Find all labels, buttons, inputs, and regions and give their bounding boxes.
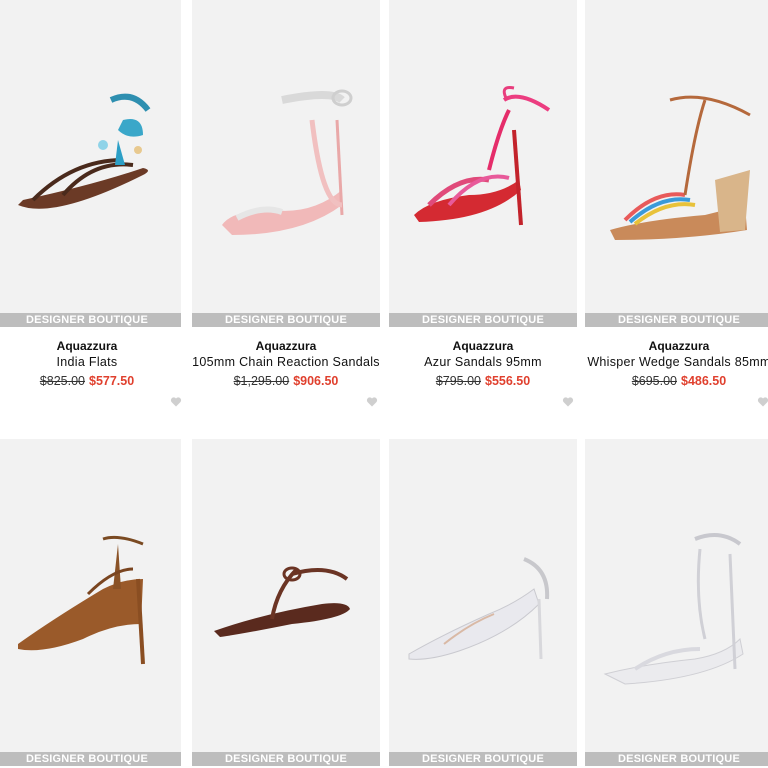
product-card[interactable]: DESIGNER BOUTIQUE [192, 439, 380, 768]
designer-boutique-badge: DESIGNER BOUTIQUE [585, 313, 768, 327]
product-image[interactable] [192, 439, 380, 752]
product-image[interactable] [192, 0, 380, 313]
product-name[interactable]: 105mm Chain Reaction Sandals [192, 355, 380, 369]
product-brand[interactable]: Aquazzura [585, 339, 768, 353]
product-name[interactable]: Whisper Wedge Sandals 85mm [585, 355, 768, 369]
heart-icon[interactable] [170, 396, 182, 408]
product-image[interactable] [585, 0, 768, 313]
product-card[interactable]: DESIGNER BOUTIQUE Aquazzura India Flats … [0, 0, 182, 420]
product-brand[interactable]: Aquazzura [192, 339, 380, 353]
product-price: $825.00 $577.50 [0, 374, 181, 388]
designer-boutique-badge: DESIGNER BOUTIQUE [0, 313, 181, 327]
original-price: $825.00 [39, 374, 85, 388]
original-price: $1,295.00 [233, 374, 290, 388]
sale-price: $906.50 [293, 374, 339, 388]
product-image[interactable] [389, 439, 577, 752]
designer-boutique-badge: DESIGNER BOUTIQUE [192, 752, 380, 766]
sale-price: $486.50 [681, 374, 727, 388]
heart-icon[interactable] [562, 396, 574, 408]
product-price: $1,295.00 $906.50 [192, 374, 380, 388]
designer-boutique-badge: DESIGNER BOUTIQUE [389, 752, 577, 766]
designer-boutique-badge: DESIGNER BOUTIQUE [389, 313, 577, 327]
product-brand[interactable]: Aquazzura [0, 339, 181, 353]
sale-price: $577.50 [89, 374, 135, 388]
product-card[interactable]: DESIGNER BOUTIQUE [0, 439, 181, 768]
product-image[interactable] [585, 439, 768, 752]
product-card[interactable]: DESIGNER BOUTIQUE Aquazzura Azur Sandals… [389, 0, 577, 420]
sale-price: $556.50 [485, 374, 531, 388]
designer-boutique-badge: DESIGNER BOUTIQUE [585, 752, 768, 766]
heart-icon[interactable] [366, 396, 378, 408]
product-name[interactable]: India Flats [0, 355, 181, 369]
product-card[interactable]: DESIGNER BOUTIQUE Aquazzura 105mm Chain … [192, 0, 380, 420]
product-card[interactable]: DESIGNER BOUTIQUE [389, 439, 577, 768]
product-brand[interactable]: Aquazzura [389, 339, 577, 353]
product-price: $795.00 $556.50 [389, 374, 577, 388]
original-price: $695.00 [631, 374, 677, 388]
product-image[interactable] [389, 0, 577, 313]
product-card[interactable]: DESIGNER BOUTIQUE Aquazzura Whisper Wedg… [585, 0, 768, 420]
heart-icon[interactable] [757, 396, 768, 408]
product-price: $695.00 $486.50 [585, 374, 768, 388]
designer-boutique-badge: DESIGNER BOUTIQUE [192, 313, 380, 327]
designer-boutique-badge: DESIGNER BOUTIQUE [0, 752, 181, 766]
product-card[interactable]: DESIGNER BOUTIQUE [585, 439, 768, 768]
product-image[interactable] [0, 0, 181, 313]
original-price: $795.00 [435, 374, 481, 388]
product-image[interactable] [0, 439, 181, 752]
product-name[interactable]: Azur Sandals 95mm [389, 355, 577, 369]
